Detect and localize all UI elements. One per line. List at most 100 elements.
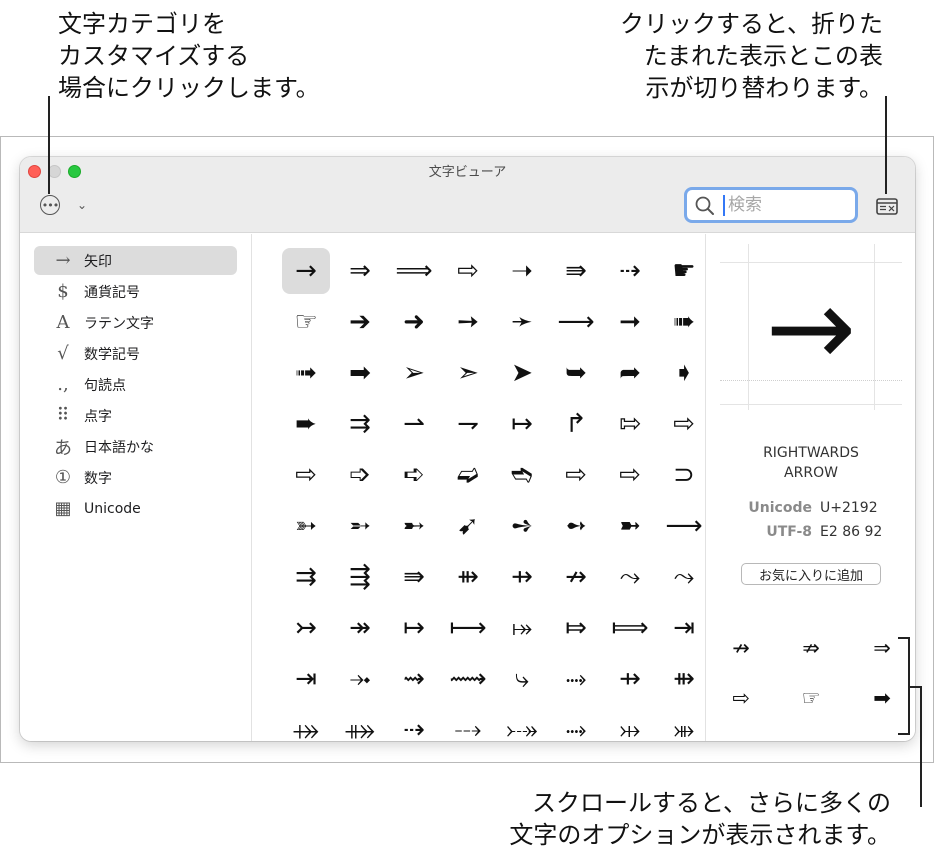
character-cell[interactable]: ➸ xyxy=(390,503,438,549)
character-cell[interactable]: ⤕ xyxy=(660,707,704,741)
character-cell[interactable]: ⤏ xyxy=(444,707,492,741)
character-cell[interactable]: ⇝ xyxy=(390,656,438,702)
character-cell[interactable]: ➝ xyxy=(498,248,546,294)
character-cell[interactable]: ➔ xyxy=(336,299,384,345)
related-character[interactable]: ↛ xyxy=(721,630,761,666)
sidebar-item-punctuation[interactable]: ., 句読点 xyxy=(34,370,237,399)
character-cell[interactable]: ⤁ xyxy=(336,707,384,741)
character-cell[interactable]: ⇨ xyxy=(552,452,600,498)
character-cell[interactable]: ⇶ xyxy=(336,554,384,600)
add-to-favorites-button[interactable]: お気に入りに追加 xyxy=(741,563,881,585)
character-cell[interactable]: ↦ xyxy=(390,605,438,651)
sidebar-item-digits[interactable]: ① 数字 xyxy=(34,463,237,492)
character-cell[interactable]: ⇨ xyxy=(606,452,654,498)
character-cell[interactable]: ↠ xyxy=(336,605,384,651)
character-cell[interactable]: ⤑ xyxy=(552,656,600,702)
character-cell[interactable]: ⇸ xyxy=(606,656,654,702)
character-cell[interactable]: ➵ xyxy=(336,503,384,549)
character-cell[interactable]: ➳ xyxy=(282,503,330,549)
character-cell[interactable]: ➬ xyxy=(498,452,546,498)
character-cell[interactable]: ⇨ xyxy=(282,452,330,498)
sidebar-item-japanese-kana[interactable]: あ 日本語かな xyxy=(34,432,237,461)
character-cell[interactable]: ⤅ xyxy=(498,605,546,651)
character-cell[interactable]: ⤞ xyxy=(336,656,384,702)
related-character[interactable]: ⇏ xyxy=(791,630,831,666)
related-character[interactable]: ➡ xyxy=(862,680,902,716)
character-cell[interactable]: ⇻ xyxy=(660,656,704,702)
character-cell[interactable]: ⇉ xyxy=(282,554,330,600)
character-cell[interactable]: ⇨ xyxy=(660,401,704,447)
character-cell[interactable]: ➦ xyxy=(606,350,654,396)
character-cell[interactable]: ➤ xyxy=(498,350,546,396)
sidebar-item-math[interactable]: √ 数学記号 xyxy=(34,339,237,368)
character-cell[interactable]: ➥ xyxy=(552,350,600,396)
character-cell[interactable]: ➩ xyxy=(336,452,384,498)
character-cell[interactable]: ⇉ xyxy=(336,401,384,447)
character-cell[interactable]: ⤷ xyxy=(498,656,546,702)
character-cell[interactable]: ↱ xyxy=(552,401,600,447)
character-cell[interactable]: ⟶ xyxy=(660,503,704,549)
sidebar-item-arrows[interactable]: → 矢印 xyxy=(34,246,237,275)
character-cell[interactable]: ⇻ xyxy=(444,554,492,600)
sidebar-item-latin[interactable]: A ラテン文字 xyxy=(34,308,237,337)
character-cell[interactable]: ➼ xyxy=(606,503,654,549)
character-cell[interactable]: ➞ xyxy=(606,299,654,345)
character-cell[interactable]: ⤑ xyxy=(552,707,600,741)
related-character[interactable]: ⇨ xyxy=(721,680,761,716)
character-cell[interactable]: ⤐ xyxy=(498,707,546,741)
character-cell[interactable]: ➣ xyxy=(444,350,492,396)
ellipsis-circle-icon[interactable]: ••• xyxy=(40,195,60,215)
character-cell[interactable]: ⟼ xyxy=(444,605,492,651)
character-cell[interactable]: ⟹ xyxy=(390,248,438,294)
character-cell[interactable]: ➜ xyxy=(390,299,438,345)
related-character[interactable]: ☞ xyxy=(791,680,831,716)
character-cell[interactable]: ⟶ xyxy=(552,299,600,345)
chevron-down-icon[interactable]: ⌄ xyxy=(74,195,90,215)
character-cell[interactable]: ↣ xyxy=(282,605,330,651)
character-cell[interactable]: ➨ xyxy=(282,401,330,447)
character-cell[interactable]: ⤇ xyxy=(552,605,600,651)
character-cell[interactable]: ⇛ xyxy=(390,554,438,600)
search-input[interactable] xyxy=(728,193,848,217)
character-cell[interactable]: ↛ xyxy=(552,554,600,600)
character-cell[interactable]: ☛ xyxy=(660,248,704,294)
character-cell[interactable]: ⤀ xyxy=(282,707,330,741)
character-cell[interactable]: ⟾ xyxy=(606,605,654,651)
character-cell[interactable]: ⤳ xyxy=(660,554,704,600)
character-cell[interactable]: ➡ xyxy=(336,350,384,396)
character-cell[interactable]: ↦ xyxy=(498,401,546,447)
character-cell[interactable]: ⇥ xyxy=(282,656,330,702)
character-cell[interactable]: ⇛ xyxy=(552,248,600,294)
character-cell[interactable]: ⇢ xyxy=(390,707,438,741)
related-character[interactable]: ⇒ xyxy=(862,630,902,666)
character-cell[interactable]: ⊃ xyxy=(660,452,704,498)
character-cell[interactable]: ➺ xyxy=(498,503,546,549)
character-cell[interactable]: ⇒ xyxy=(336,248,384,294)
character-cell[interactable]: ⇢ xyxy=(606,248,654,294)
character-cell[interactable]: ⟿ xyxy=(444,656,492,702)
sidebar-item-unicode[interactable]: ▦ Unicode xyxy=(34,494,237,523)
sidebar-item-braille[interactable]: ⠿ 点字 xyxy=(34,401,237,430)
related-character[interactable]: ↚ xyxy=(791,730,831,741)
character-cell[interactable]: ⇰ xyxy=(606,401,654,447)
character-cell[interactable]: ⇀ xyxy=(390,401,438,447)
character-cell[interactable]: ➫ xyxy=(444,452,492,498)
character-cell[interactable]: → xyxy=(282,248,330,294)
character-cell[interactable]: ⤔ xyxy=(606,707,654,741)
sidebar-item-currency[interactable]: $ 通貨記号 xyxy=(34,277,237,306)
character-cell[interactable]: ☞ xyxy=(282,299,330,345)
search-field[interactable] xyxy=(684,187,858,223)
character-cell[interactable]: ➪ xyxy=(390,452,438,498)
character-cell[interactable]: ➻ xyxy=(552,503,600,549)
character-cell[interactable]: ➢ xyxy=(390,350,438,396)
character-cell[interactable]: ➧ xyxy=(660,350,704,396)
character-cell[interactable]: ➠ xyxy=(660,299,704,345)
character-cell[interactable]: ⇁ xyxy=(444,401,492,447)
character-cell[interactable]: ➛ xyxy=(498,299,546,345)
character-cell[interactable]: ⇨ xyxy=(444,248,492,294)
character-cell[interactable]: ➙ xyxy=(444,299,492,345)
character-cell[interactable]: ⤳ xyxy=(606,554,654,600)
character-cell[interactable]: ➟ xyxy=(282,350,330,396)
character-cell[interactable]: ➹ xyxy=(444,503,492,549)
character-cell[interactable]: ⇥ xyxy=(660,605,704,651)
